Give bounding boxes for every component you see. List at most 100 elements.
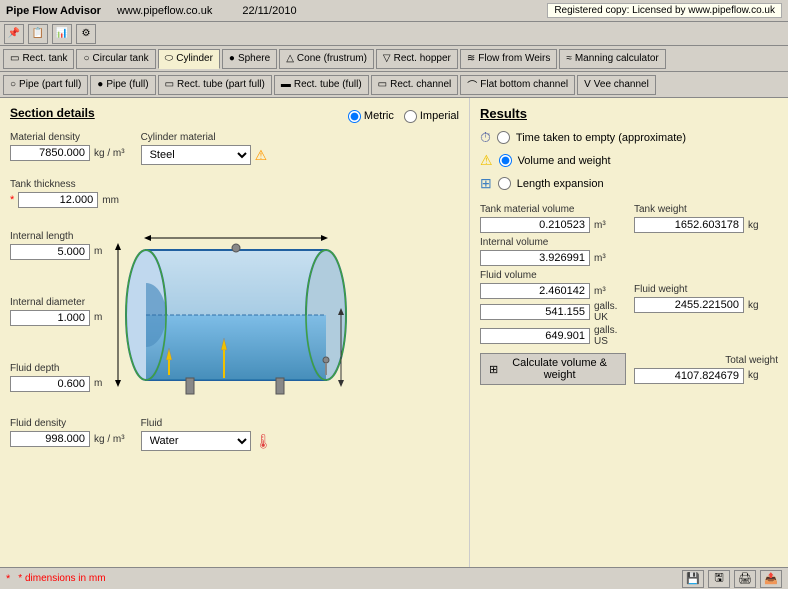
tank-material-volume-input[interactable] bbox=[480, 217, 590, 233]
cylinder-material-select[interactable]: Steel bbox=[141, 145, 251, 165]
nav-rect-tank[interactable]: ▭ Rect. tank bbox=[3, 49, 74, 69]
tank-thickness-input[interactable] bbox=[18, 192, 98, 208]
status-icon-2[interactable]: 🖫 bbox=[708, 570, 730, 588]
nav-manning[interactable]: ≈ Manning calculator bbox=[559, 49, 665, 69]
fluid-icon: 🌡 bbox=[255, 433, 273, 450]
nav-vee-channel[interactable]: V Vee channel bbox=[577, 75, 656, 95]
clock-icon: ⏱ bbox=[480, 129, 491, 146]
fluid-block: Fluid Water 🌡 bbox=[141, 418, 273, 451]
status-icon-4[interactable]: 📤 bbox=[760, 570, 782, 588]
internal-volume-input[interactable] bbox=[480, 250, 590, 266]
fluid-volume-input1[interactable] bbox=[480, 283, 590, 299]
titlebar: Pipe Flow Advisor www.pipeflow.co.uk 22/… bbox=[0, 0, 788, 22]
results-title: Results bbox=[480, 106, 778, 121]
internal-diameter-input[interactable] bbox=[10, 310, 90, 326]
fluid-depth-unit: m bbox=[94, 378, 102, 389]
toolbar: 📌 📋 📊 ⚙ bbox=[0, 22, 788, 46]
nav-circular-tank[interactable]: ○ Circular tank bbox=[76, 49, 155, 69]
fluid-depth-input[interactable] bbox=[10, 376, 90, 392]
manning-icon: ≈ bbox=[566, 53, 572, 64]
tank-material-volume-unit: m³ bbox=[594, 220, 624, 231]
rect-tube-part-icon: ▭ bbox=[165, 79, 174, 90]
left-panel: Section details Metric Imperial Material… bbox=[0, 98, 469, 585]
manning-label: Manning calculator bbox=[575, 53, 659, 64]
rect-hopper-icon: ▽ bbox=[383, 53, 391, 64]
nav-cylinder[interactable]: ⬭ Cylinder bbox=[158, 49, 220, 69]
expansion-icon: ⊞ bbox=[480, 175, 492, 192]
url: www.pipeflow.co.uk bbox=[117, 5, 212, 17]
nav-rect-channel[interactable]: ▭ Rect. channel bbox=[371, 75, 459, 95]
circular-tank-label: Circular tank bbox=[93, 53, 149, 64]
imperial-radio[interactable]: Imperial bbox=[404, 110, 459, 123]
tank-material-volume-label: Tank material volume bbox=[480, 204, 624, 215]
length-expansion-label: Length expansion bbox=[517, 178, 604, 190]
nav-sphere[interactable]: ● Sphere bbox=[222, 49, 277, 69]
fluid-density-block: Fluid density kg / m³ bbox=[10, 418, 125, 451]
toolbar-btn-4[interactable]: ⚙ bbox=[76, 24, 96, 44]
toolbar-btn-3[interactable]: 📊 bbox=[52, 24, 72, 44]
time-empty-row: ⏱ Time taken to empty (approximate) bbox=[480, 129, 778, 146]
calculate-button[interactable]: ⊞ Calculate volume & weight bbox=[480, 353, 626, 385]
internal-length-block: Internal length m bbox=[10, 231, 102, 260]
fluid-weight-label: Fluid weight bbox=[634, 284, 778, 295]
cone-label: Cone (frustrum) bbox=[297, 53, 367, 64]
fluid-volume-input2[interactable] bbox=[480, 304, 590, 320]
material-density-input[interactable] bbox=[10, 145, 90, 161]
warning-icon: ⚠ bbox=[255, 147, 268, 164]
fluid-weight-input[interactable] bbox=[634, 297, 744, 313]
sphere-icon: ● bbox=[229, 53, 235, 64]
internal-length-label: Internal length bbox=[10, 231, 102, 242]
status-icon-1[interactable]: 💾 bbox=[682, 570, 704, 588]
tank-weight-input[interactable] bbox=[634, 217, 744, 233]
rect-channel-label: Rect. channel bbox=[390, 79, 451, 90]
volume-weight-radio[interactable] bbox=[499, 154, 512, 167]
fluid-select[interactable]: Water bbox=[141, 431, 251, 451]
fluid-volume-unit1: m³ bbox=[594, 286, 624, 297]
flat-bottom-label: Flat bottom channel bbox=[480, 79, 568, 90]
pipe-full-icon: ● bbox=[97, 79, 103, 90]
metric-radio[interactable]: Metric bbox=[348, 110, 394, 123]
rect-tube-full-label: Rect. tube (full) bbox=[294, 79, 362, 90]
internal-volume-label: Internal volume bbox=[480, 237, 778, 248]
nav-cone[interactable]: △ Cone (frustrum) bbox=[279, 49, 374, 69]
pipe-part-label: Pipe (part full) bbox=[19, 79, 81, 90]
time-empty-radio[interactable] bbox=[497, 131, 510, 144]
rect-tank-icon: ▭ bbox=[10, 53, 19, 64]
calc-icon: ⊞ bbox=[489, 363, 498, 376]
fluid-weight-unit: kg bbox=[748, 300, 778, 311]
nav-flow-weirs[interactable]: ≋ Flow from Weirs bbox=[460, 49, 557, 69]
internal-length-input[interactable] bbox=[10, 244, 90, 260]
nav-row-2: ○ Pipe (part full) ● Pipe (full) ▭ Rect.… bbox=[0, 72, 788, 98]
fluid-density-input[interactable] bbox=[10, 431, 90, 447]
length-expansion-radio[interactable] bbox=[498, 177, 511, 190]
registered-label: Registered copy: Licensed by www.pipeflo… bbox=[547, 3, 782, 18]
internal-diameter-label: Internal diameter bbox=[10, 297, 102, 308]
sphere-label: Sphere bbox=[238, 53, 270, 64]
total-weight-unit: kg bbox=[748, 370, 778, 381]
toolbar-btn-1[interactable]: 📌 bbox=[4, 24, 24, 44]
pipe-full-label: Pipe (full) bbox=[106, 79, 148, 90]
status-bar: * * dimensions in mm 💾 🖫 🖨 📤 bbox=[0, 567, 788, 589]
cylinder-diagram bbox=[106, 220, 366, 410]
total-weight-block: Total weight kg bbox=[634, 355, 778, 384]
fluid-label: Fluid bbox=[141, 418, 273, 429]
circular-tank-icon: ○ bbox=[83, 53, 89, 64]
volume-icon: ⚠ bbox=[480, 152, 493, 169]
nav-flat-bottom[interactable]: ⌒ Flat bottom channel bbox=[460, 75, 575, 95]
fluid-volume-input3[interactable] bbox=[480, 328, 590, 344]
tank-weight-block: Tank weight kg bbox=[634, 204, 778, 233]
tank-weight-label: Tank weight bbox=[634, 204, 778, 215]
toolbar-btn-2[interactable]: 📋 bbox=[28, 24, 48, 44]
nav-pipe-full[interactable]: ● Pipe (full) bbox=[90, 75, 155, 95]
pipe-part-icon: ○ bbox=[10, 79, 16, 90]
nav-rect-tube-full[interactable]: ▬ Rect. tube (full) bbox=[274, 75, 369, 95]
right-panel: Results ⏱ Time taken to empty (approxima… bbox=[469, 98, 788, 585]
nav-rect-tube-part[interactable]: ▭ Rect. tube (part full) bbox=[158, 75, 272, 95]
total-weight-input[interactable] bbox=[634, 368, 744, 384]
nav-rect-hopper[interactable]: ▽ Rect. hopper bbox=[376, 49, 458, 69]
status-icon-3[interactable]: 🖨 bbox=[734, 570, 756, 588]
dimensions-note: * dimensions in mm bbox=[18, 573, 105, 584]
fluid-depth-block: Fluid depth m bbox=[10, 363, 102, 392]
nav-pipe-part[interactable]: ○ Pipe (part full) bbox=[3, 75, 88, 95]
internal-volume-unit: m³ bbox=[594, 253, 624, 264]
